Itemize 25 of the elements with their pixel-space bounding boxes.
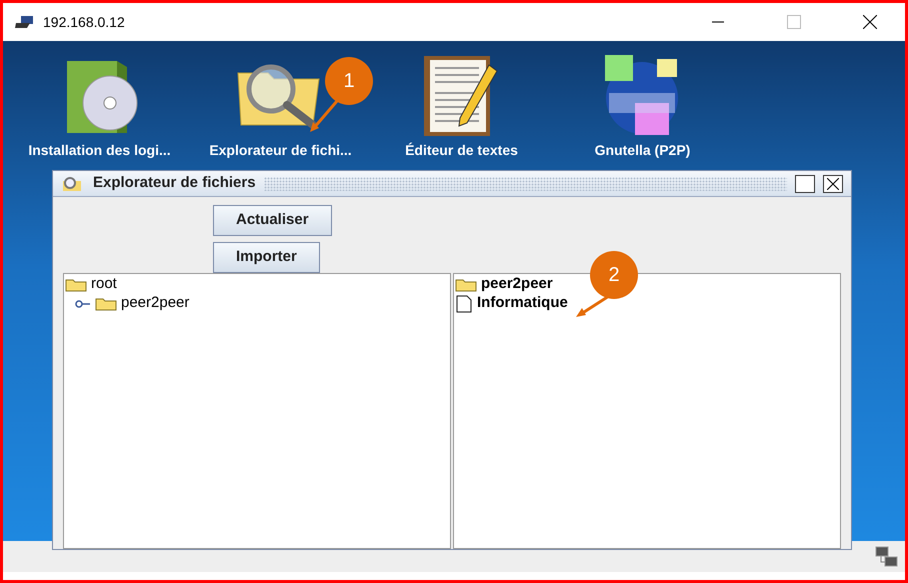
maximize-icon: [787, 15, 801, 29]
network-status-icon: [875, 546, 899, 568]
close-button[interactable]: [823, 174, 843, 192]
tree-item[interactable]: peer2peer: [121, 292, 190, 315]
toolbar-button[interactable]: Actualiser: [213, 205, 332, 236]
callout-arrow: [309, 99, 339, 133]
detach-button[interactable]: [795, 174, 815, 192]
toolbar-button[interactable]: Importer: [213, 242, 320, 273]
collapsed-handle-icon[interactable]: [75, 298, 91, 308]
callout-badge: 1: [325, 57, 373, 105]
folder-icon: [455, 278, 477, 292]
close-icon: [863, 15, 877, 29]
minimize-icon: [712, 21, 724, 23]
tree-item[interactable]: root: [91, 273, 117, 296]
desktop-icon-label[interactable]: Éditeur de textes: [405, 140, 518, 161]
folder-icon: [65, 278, 87, 292]
window-title: 192.168.0.12: [43, 12, 125, 32]
desktop-icon-label[interactable]: Explorateur de fichi...: [209, 140, 352, 161]
desktop-icon-label[interactable]: Installation des logi...: [28, 140, 171, 161]
desktop-icon-label[interactable]: Gnutella (P2P): [594, 140, 690, 161]
internal-window-title: Explorateur de fichiers: [93, 173, 256, 194]
close-icon: [827, 178, 839, 190]
folder-icon: [95, 296, 117, 310]
network-computer-icon: [15, 14, 35, 30]
callout-arrow: [575, 294, 611, 318]
